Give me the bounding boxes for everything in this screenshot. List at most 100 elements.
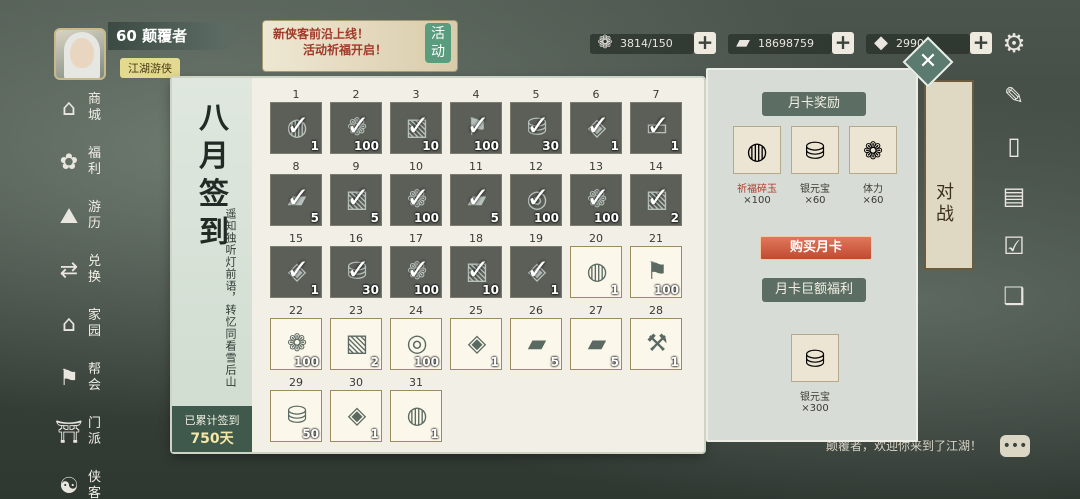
signin-day-cell[interactable]: 15 ◈ ✓ 1 bbox=[270, 232, 322, 298]
settings-gear-icon[interactable]: ⚙ bbox=[1000, 30, 1028, 58]
signin-day-cell[interactable]: 11 ▰ ✓ 5 bbox=[450, 160, 502, 226]
reward-slot: ▧ ✓ 10 bbox=[450, 246, 502, 298]
menu-item-sect[interactable]: ⛩ 门派 bbox=[52, 412, 112, 466]
book-icon[interactable]: ▤ bbox=[996, 180, 1032, 230]
signin-day-cell[interactable]: 4 ⚑ ✓ 100 bbox=[450, 88, 502, 154]
signin-day-cell[interactable]: 22 ❁ 100 bbox=[270, 304, 322, 370]
signin-day-cell[interactable]: 21 ⚑ 100 bbox=[630, 232, 682, 298]
add-stamina-button[interactable]: + bbox=[694, 32, 716, 54]
player-banner: 60 颠覆者 bbox=[108, 22, 248, 50]
left-menu: ⌂ 商城 ✿ 福利 ⛰ 游历 ⇄ 兑换 ⌂ 家园 ⚑ 帮会 ⛩ 门派 ☯ 侠客 bbox=[52, 88, 112, 499]
checkmark-icon: ✓ bbox=[466, 181, 490, 214]
journal-icon[interactable]: ❑ bbox=[996, 280, 1032, 330]
signin-day-cell[interactable]: 29 ⛁ 50 bbox=[270, 376, 322, 442]
chat-bubble-icon[interactable]: ••• bbox=[1000, 435, 1030, 457]
signin-day-cell[interactable]: 2 ❁ ✓ 100 bbox=[330, 88, 382, 154]
signin-day-cell[interactable]: 1 ◍ ✓ 1 bbox=[270, 88, 322, 154]
resource-ingot-value: 18698759 bbox=[758, 37, 814, 50]
reward-quantity: 100 bbox=[593, 211, 619, 225]
reward-quantity: 100 bbox=[413, 283, 439, 297]
card-icon[interactable]: ▯ bbox=[996, 130, 1032, 180]
reward-slot: ▰ 5 bbox=[510, 318, 562, 370]
signin-day-cell[interactable]: 26 ▰ 5 bbox=[510, 304, 562, 370]
resource-ingot: ▰ 18698759 bbox=[728, 32, 832, 54]
signin-day-cell[interactable]: 16 ⛁ ✓ 30 bbox=[330, 232, 382, 298]
scroll-icon[interactable]: ✎ bbox=[996, 80, 1032, 130]
checkmark-icon: ✓ bbox=[406, 109, 430, 142]
signin-day-cell[interactable]: 20 ◍ 1 bbox=[570, 232, 622, 298]
reward-quantity: 5 bbox=[370, 211, 379, 225]
signin-day-cell[interactable]: 30 ◈ 1 bbox=[330, 376, 382, 442]
menu-item-guild[interactable]: ⚑ 帮会 bbox=[52, 358, 112, 412]
bonus-item-silver[interactable]: ⛁ 银元宝 ×300 bbox=[790, 334, 840, 424]
signin-day-cell[interactable]: 17 ❁ ✓ 100 bbox=[390, 232, 442, 298]
signin-day-cell[interactable]: 27 ▰ 5 bbox=[570, 304, 622, 370]
reward-item-jade[interactable]: ◍ 祈福碎玉 ×100 bbox=[732, 126, 782, 216]
reward-slot: ❁ ✓ 100 bbox=[330, 102, 382, 154]
signin-side-strip: 八月签到 遥知独听灯前语，转忆同看雪后山 已累计签到 750天 bbox=[172, 78, 252, 452]
menu-item-welfare[interactable]: ✿ 福利 bbox=[52, 142, 112, 196]
signin-day-cell[interactable]: 13 ❁ ✓ 100 bbox=[570, 160, 622, 226]
signin-day-cell[interactable]: 5 ⛁ ✓ 30 bbox=[510, 88, 562, 154]
signin-day-cell[interactable]: 10 ❁ ✓ 100 bbox=[390, 160, 442, 226]
reward-slot: ▧ ✓ 10 bbox=[390, 102, 442, 154]
menu-item-travel[interactable]: ⛰ 游历 bbox=[52, 196, 112, 250]
total-signin-box: 已累计签到 750天 bbox=[172, 406, 252, 452]
signin-day-cell[interactable]: 24 ◎ 100 bbox=[390, 304, 442, 370]
reward-slot: ◈ 1 bbox=[330, 390, 382, 442]
reward-slot: ▧ 2 bbox=[330, 318, 382, 370]
reward-item-silver[interactable]: ⛁ 银元宝 ×60 bbox=[790, 126, 840, 216]
shop-icon: ⌂ bbox=[62, 96, 76, 121]
reward-slot: ▭ ✓ 1 bbox=[630, 102, 682, 154]
add-ingot-button[interactable]: + bbox=[832, 32, 854, 54]
buy-month-card-button[interactable]: 购买月卡 bbox=[760, 236, 872, 260]
checkmark-icon: ✓ bbox=[406, 181, 430, 214]
player-avatar[interactable] bbox=[54, 28, 106, 80]
signin-day-cell[interactable]: 19 ◈ ✓ 1 bbox=[510, 232, 562, 298]
checkmark-icon: ✓ bbox=[526, 253, 550, 286]
resource-stamina: ❁ 3814/150 bbox=[590, 32, 694, 54]
checkmark-icon: ✓ bbox=[646, 109, 670, 142]
task-icon[interactable]: ☑ bbox=[996, 230, 1032, 280]
menu-label: 游历 bbox=[88, 200, 102, 231]
day-number: 9 bbox=[352, 160, 360, 173]
reward-item-stamina[interactable]: ❁ 体力 ×60 bbox=[848, 126, 898, 216]
signin-day-cell[interactable]: 25 ◈ 1 bbox=[450, 304, 502, 370]
ingot-icon: ▰ bbox=[736, 32, 750, 53]
menu-item-shop[interactable]: ⌂ 商城 bbox=[52, 88, 112, 142]
signin-day-cell[interactable]: 28 ⚒ 1 bbox=[630, 304, 682, 370]
menu-item-hero[interactable]: ☯ 侠客 bbox=[52, 466, 112, 499]
day-number: 23 bbox=[349, 304, 363, 317]
signin-day-cell[interactable]: 14 ▧ ✓ 2 bbox=[630, 160, 682, 226]
signin-day-cell[interactable]: 3 ▧ ✓ 10 bbox=[390, 88, 442, 154]
reward-slot: ⛁ ✓ 30 bbox=[510, 102, 562, 154]
signin-day-cell[interactable]: 31 ◍ 1 bbox=[390, 376, 442, 442]
event-banner[interactable]: 新侠客前沿上线！ 活动祈福开启！ 活动 bbox=[262, 20, 458, 72]
day-number: 22 bbox=[289, 304, 303, 317]
home-icon: ⌂ bbox=[62, 312, 76, 337]
add-gold-button[interactable]: + bbox=[970, 32, 992, 54]
signin-day-cell[interactable]: 8 ▰ ✓ 5 bbox=[270, 160, 322, 226]
menu-label: 家园 bbox=[88, 308, 102, 339]
signin-day-cell[interactable]: 23 ▧ 2 bbox=[330, 304, 382, 370]
menu-item-exchange[interactable]: ⇄ 兑换 bbox=[52, 250, 112, 304]
signin-day-cell[interactable]: 9 ▧ ✓ 5 bbox=[330, 160, 382, 226]
menu-item-home[interactable]: ⌂ 家园 bbox=[52, 304, 112, 358]
signin-day-cell[interactable]: 12 ◎ ✓ 100 bbox=[510, 160, 562, 226]
stamina-icon: ❁ bbox=[597, 32, 613, 53]
checkmark-icon: ✓ bbox=[286, 109, 310, 142]
day-number: 17 bbox=[409, 232, 423, 245]
event-line-1: 新侠客前沿上线！ bbox=[273, 27, 370, 41]
reward-item-icon: ◍ bbox=[406, 401, 428, 429]
reward-quantity: 2 bbox=[370, 355, 379, 369]
jade-fragment-icon: ◍ bbox=[733, 126, 781, 174]
menu-label: 门派 bbox=[88, 416, 102, 447]
day-number: 2 bbox=[352, 88, 360, 101]
signin-day-cell[interactable]: 6 ◈ ✓ 1 bbox=[570, 88, 622, 154]
gold-icon: ◆ bbox=[874, 32, 888, 53]
signin-day-cell[interactable]: 7 ▭ ✓ 1 bbox=[630, 88, 682, 154]
close-icon: ✕ bbox=[918, 49, 938, 74]
reward-slot: ◈ ✓ 1 bbox=[570, 102, 622, 154]
signin-day-cell[interactable]: 18 ▧ ✓ 10 bbox=[450, 232, 502, 298]
travel-icon: ⛰ bbox=[59, 204, 79, 229]
